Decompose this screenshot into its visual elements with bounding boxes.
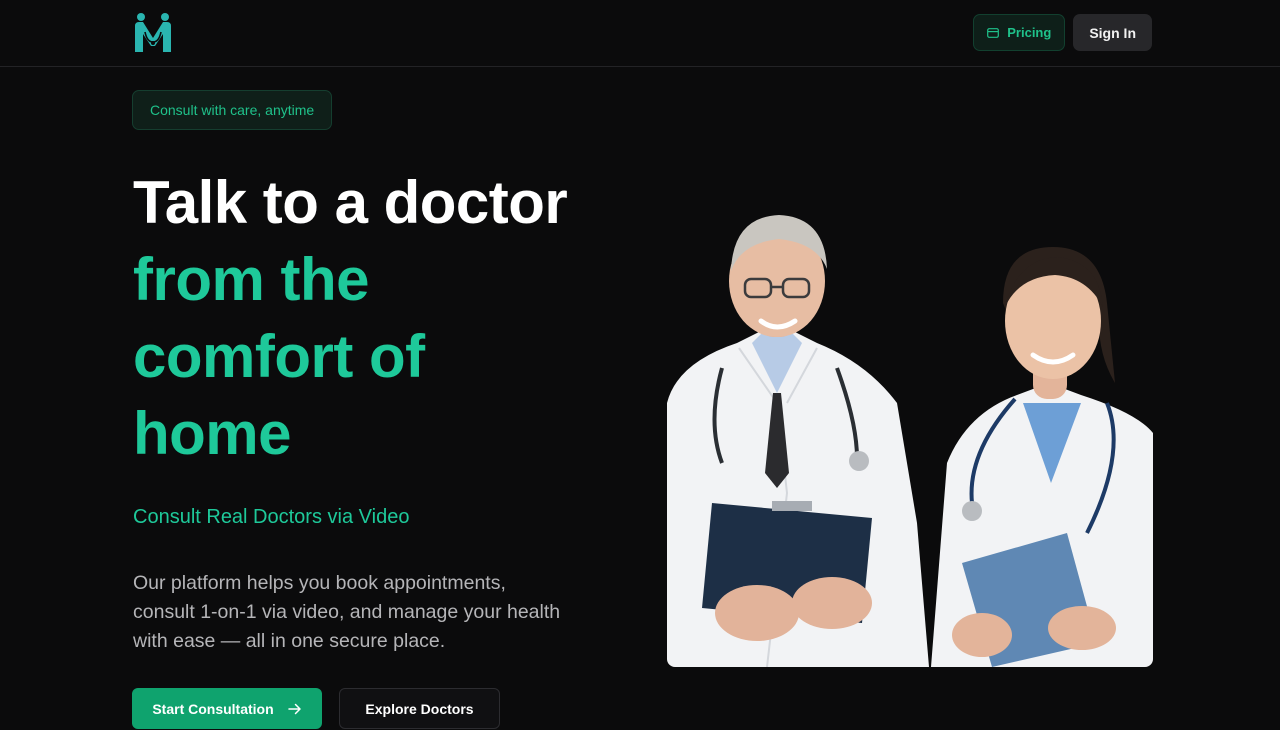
- sign-in-button[interactable]: Sign In: [1073, 14, 1152, 51]
- headline-line-1: Talk to a doctor: [133, 169, 568, 236]
- headline-line-4: home: [133, 400, 292, 467]
- hero-subheading: Consult Real Doctors via Video: [133, 506, 410, 528]
- header-actions: Pricing Sign In: [973, 14, 1152, 51]
- pricing-button[interactable]: Pricing: [973, 14, 1066, 51]
- hero-badge: Consult with care, anytime: [132, 90, 333, 130]
- site-header: Pricing Sign In: [0, 0, 1280, 67]
- headline-line-3: comfort of: [133, 323, 425, 390]
- arrow-right-icon: [287, 703, 301, 714]
- logo-icon[interactable]: [133, 12, 173, 54]
- start-consultation-label: Start Consultation: [152, 700, 274, 717]
- start-consultation-button[interactable]: Start Consultation: [132, 688, 322, 729]
- explore-doctors-button[interactable]: Explore Doctors: [339, 688, 500, 729]
- hero-cta-row: Start Consultation Explore Doctors: [132, 688, 500, 729]
- two-doctors-photo: [667, 203, 1153, 667]
- pricing-label: Pricing: [1007, 25, 1052, 40]
- headline-line-2: from the: [133, 246, 370, 313]
- hero-description: Our platform helps you book appointments…: [133, 572, 561, 652]
- credit-card-icon: [987, 27, 1000, 38]
- hero-headline: Talk to a doctor from the comfort of hom…: [133, 164, 653, 472]
